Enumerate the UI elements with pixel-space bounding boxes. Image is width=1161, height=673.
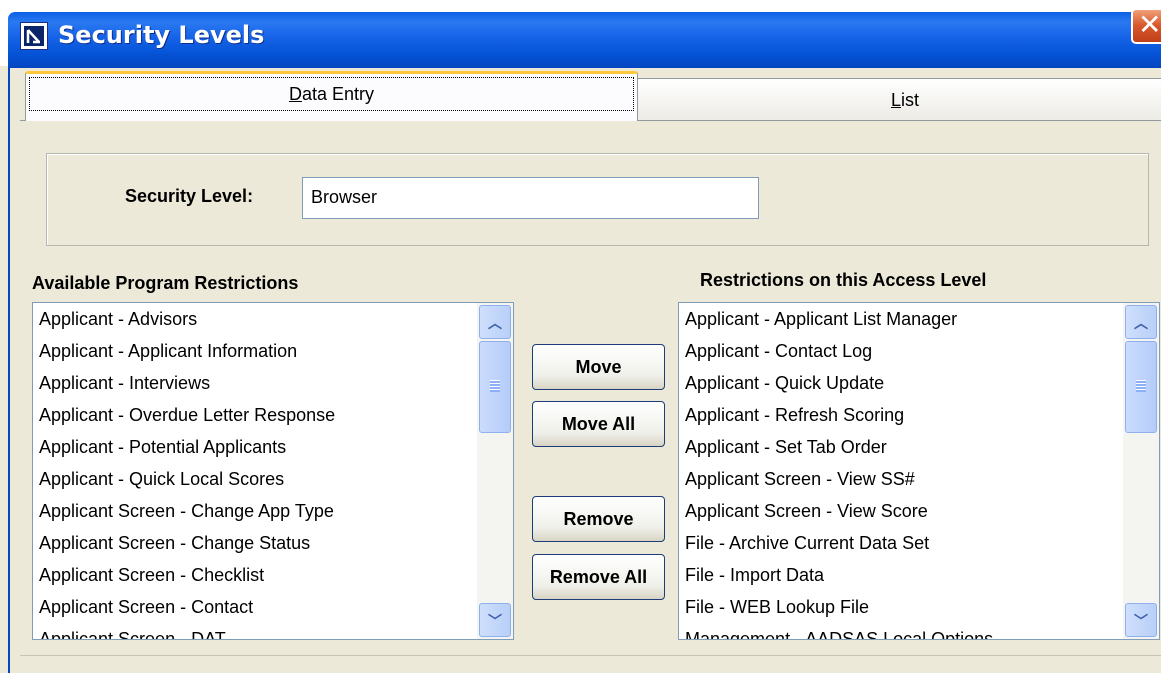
title-bar[interactable]: Security Levels ✕ <box>0 0 1161 68</box>
remove-button[interactable]: Remove <box>532 496 665 542</box>
remove-all-button[interactable]: Remove All <box>532 554 665 600</box>
available-scrollbar[interactable]: ︿ ﹀ <box>477 303 513 639</box>
app-logo-icon[interactable] <box>20 22 48 50</box>
list-item[interactable]: Applicant - Refresh Scoring <box>679 399 1123 431</box>
list-item[interactable]: File - Import Data <box>679 559 1123 591</box>
list-item[interactable]: Applicant Screen - DAT <box>33 623 477 639</box>
chevron-up-icon: ︿ <box>1134 316 1148 332</box>
list-item[interactable]: Applicant - Applicant List Manager <box>679 303 1123 335</box>
assigned-items: Applicant - Applicant List Manager Appli… <box>679 303 1123 639</box>
chevron-down-icon: ﹀ <box>488 614 502 630</box>
assigned-restrictions-list[interactable]: Applicant - Applicant List Manager Appli… <box>678 302 1160 640</box>
list-item[interactable]: Applicant Screen - Change Status <box>33 527 477 559</box>
list-item[interactable]: Applicant - Applicant Information <box>33 335 477 367</box>
move-button[interactable]: Move <box>532 344 665 390</box>
list-item[interactable]: Applicant - Potential Applicants <box>33 431 477 463</box>
list-item[interactable]: Management - AADSAS Local Options <box>679 623 1123 639</box>
assigned-restrictions-heading: Restrictions on this Access Level <box>700 270 987 290</box>
tab-data-entry-label: Data Entry <box>288 84 375 104</box>
list-item[interactable]: Applicant - Set Tab Order <box>679 431 1123 463</box>
move-all-button[interactable]: Move All <box>532 401 665 447</box>
scroll-thumb[interactable] <box>1125 341 1157 433</box>
tab-list[interactable]: List <box>635 78 1161 120</box>
list-item[interactable]: Applicant - Quick Update <box>679 367 1123 399</box>
scroll-up-button[interactable]: ︿ <box>479 305 511 339</box>
list-item[interactable]: File - WEB Lookup File <box>679 591 1123 623</box>
list-item[interactable]: Applicant Screen - Contact <box>33 591 477 623</box>
tab-data-entry[interactable]: Data Entry <box>25 71 638 121</box>
close-button[interactable]: ✕ <box>1131 8 1161 44</box>
available-items: Applicant - Advisors Applicant - Applica… <box>33 303 477 639</box>
list-item[interactable]: File - Archive Current Data Set <box>679 527 1123 559</box>
scroll-thumb[interactable] <box>479 341 511 433</box>
security-level-label: Security Level: <box>125 186 254 206</box>
grip-icon <box>490 380 500 392</box>
available-restrictions-list[interactable]: Applicant - Advisors Applicant - Applica… <box>32 302 514 640</box>
tab-list-label: List <box>890 90 919 110</box>
assigned-scrollbar[interactable]: ︿ ﹀ <box>1123 303 1159 639</box>
list-item[interactable]: Applicant Screen - Change App Type <box>33 495 477 527</box>
window-title: Security Levels <box>58 21 265 49</box>
list-item[interactable]: Applicant - Interviews <box>33 367 477 399</box>
list-item[interactable]: Applicant Screen - View Score <box>679 495 1123 527</box>
list-item[interactable]: Applicant Screen - Checklist <box>33 559 477 591</box>
list-item[interactable]: Applicant - Advisors <box>33 303 477 335</box>
scroll-down-button[interactable]: ﹀ <box>479 603 511 637</box>
window-client-area: List Data Entry Security Level: Browser … <box>8 68 1161 673</box>
chevron-down-icon: ﹀ <box>1134 614 1148 630</box>
scroll-down-button[interactable]: ﹀ <box>1125 603 1157 637</box>
title-bar-background: Security Levels <box>8 12 1161 68</box>
security-levels-window: Security Levels ✕ List Data Entry Securi… <box>0 0 1161 673</box>
bottom-divider <box>20 655 1161 656</box>
grip-icon <box>1136 380 1146 392</box>
list-item[interactable]: Applicant - Overdue Letter Response <box>33 399 477 431</box>
available-restrictions-heading: Available Program Restrictions <box>32 273 299 293</box>
scroll-up-button[interactable]: ︿ <box>1125 305 1157 339</box>
list-item[interactable]: Applicant - Contact Log <box>679 335 1123 367</box>
chevron-up-icon: ︿ <box>488 316 502 332</box>
list-item[interactable]: Applicant Screen - View SS# <box>679 463 1123 495</box>
close-icon: ✕ <box>1138 8 1161 41</box>
security-level-input[interactable]: Browser <box>302 177 759 219</box>
list-item[interactable]: Applicant - Quick Local Scores <box>33 463 477 495</box>
